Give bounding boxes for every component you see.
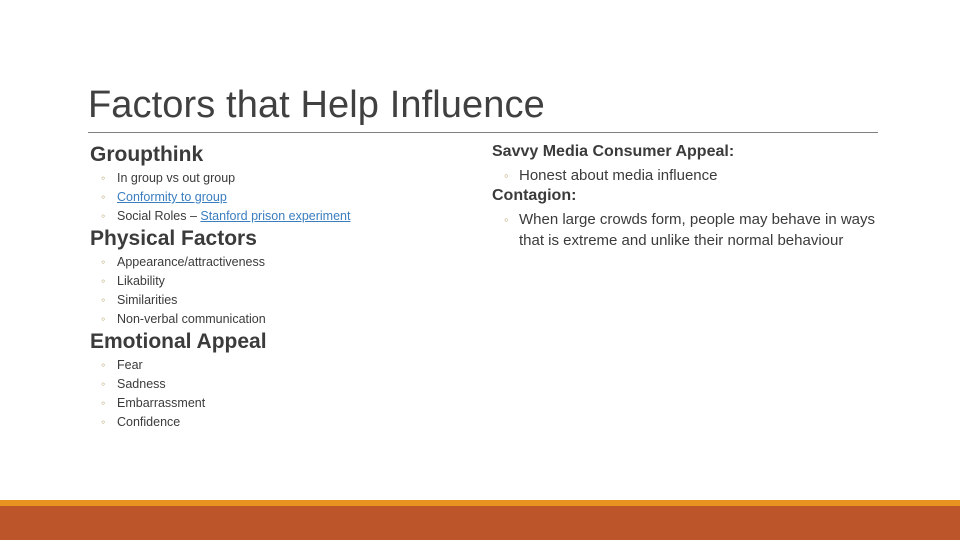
right-content-column: Savvy Media Consumer Appeal: Honest abou…: [492, 142, 884, 251]
section-emotional-appeal: Emotional Appeal Fear Sadness Embarrassm…: [90, 329, 470, 432]
content-columns: Groupthink In group vs out group Conform…: [0, 142, 960, 482]
list-item: Social Roles – Stanford prison experimen…: [90, 207, 470, 226]
left-content-column: Groupthink In group vs out group Conform…: [90, 142, 470, 432]
list-item: Non-verbal communication: [90, 310, 470, 329]
bullet-text-prefix: Social Roles –: [117, 209, 201, 223]
section-heading-contagion: Contagion:: [492, 187, 577, 204]
link-stanford-prison-experiment[interactable]: Stanford prison experiment: [200, 209, 350, 223]
bullet-text: When large crowds form, people may behav…: [519, 211, 876, 249]
list-item: Fear: [90, 356, 470, 375]
footer-accent-bar-rust: [0, 506, 960, 540]
list-item: Similarities: [90, 291, 470, 310]
list-item: In group vs out group: [90, 169, 470, 188]
bullet-text: Fear: [117, 358, 143, 372]
section-heading-emotional-appeal: Emotional Appeal: [90, 330, 267, 353]
bullet-list-emotional-appeal: Fear Sadness Embarrassment Confidence: [90, 356, 470, 432]
bullet-text: Likability: [117, 274, 165, 288]
bullet-text: Sadness: [117, 377, 166, 391]
list-item: Appearance/attractiveness: [90, 253, 470, 272]
bullet-text: Appearance/attractiveness: [117, 255, 266, 269]
list-item: Conformity to group: [90, 188, 470, 207]
page-title: Factors that Help Influence: [88, 84, 545, 126]
bullet-list-groupthink: In group vs out group Conformity to grou…: [90, 169, 470, 226]
bullet-list-physical-factors: Appearance/attractiveness Likability Sim…: [90, 253, 470, 329]
list-item: Sadness: [90, 375, 470, 394]
slide-canvas: Factors that Help Influence Groupthink I…: [0, 0, 960, 540]
section-heading-savvy-media-consumer-appeal: Savvy Media Consumer Appeal:: [492, 143, 735, 160]
list-item: Likability: [90, 272, 470, 291]
bullet-text: In group vs out group: [117, 171, 236, 185]
list-item: Honest about media influence: [492, 165, 884, 186]
section-heading-groupthink: Groupthink: [90, 143, 204, 166]
bullet-list-contagion: When large crowds form, people may behav…: [492, 209, 884, 251]
section-heading-physical-factors: Physical Factors: [90, 227, 257, 250]
list-item: Confidence: [90, 413, 470, 432]
bullet-text: Similarities: [117, 293, 178, 307]
title-divider: [88, 132, 878, 133]
bullet-text: Honest about media influence: [519, 167, 718, 184]
list-item: Embarrassment: [90, 394, 470, 413]
bullet-text: Non-verbal communication: [117, 312, 266, 326]
link-conformity-to-group[interactable]: Conformity to group: [117, 190, 227, 204]
section-groupthink: Groupthink In group vs out group Conform…: [90, 142, 470, 226]
bullet-text: Embarrassment: [117, 396, 206, 410]
bullet-list-savvy-media-consumer-appeal: Honest about media influence: [492, 165, 884, 186]
section-physical-factors: Physical Factors Appearance/attractivene…: [90, 226, 470, 329]
title-block: Factors that Help Influence: [88, 82, 880, 133]
bullet-text: Confidence: [117, 415, 181, 429]
section-contagion: Contagion: When large crowds form, peopl…: [492, 186, 884, 251]
list-item: When large crowds form, people may behav…: [492, 209, 884, 251]
section-savvy-media-consumer-appeal: Savvy Media Consumer Appeal: Honest abou…: [492, 142, 884, 186]
